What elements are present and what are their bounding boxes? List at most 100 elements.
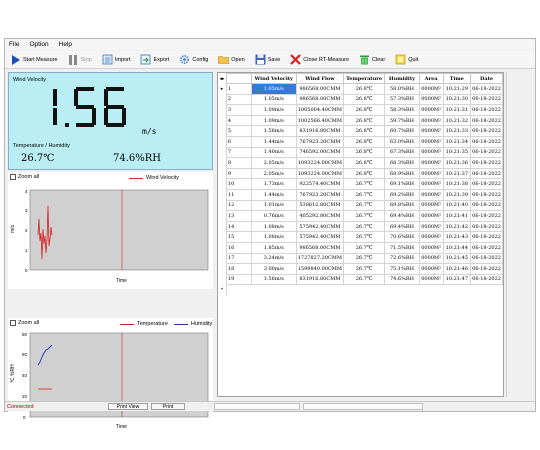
col-header-wind-velocity[interactable]: Wind Velocity — [250, 73, 297, 84]
row-header[interactable] — [218, 242, 227, 253]
table-cell[interactable]: 26.7℃ — [343, 188, 386, 201]
table-cell[interactable]: 26.7℃ — [343, 220, 386, 233]
table-cell[interactable]: 0000M² — [418, 146, 444, 159]
table-cell[interactable]: 3 — [225, 104, 252, 116]
table-cell[interactable]: 11 — [225, 188, 252, 201]
table-row[interactable]: 5 1.56m/s 831916.80CMM 26.8℃ 60.7%RH 0000M² 10… — [218, 125, 503, 137]
table-cell[interactable]: 68.9%RH — [384, 167, 420, 180]
table-cell[interactable]: 10:21:41 — [442, 210, 472, 222]
table-cell[interactable]: 71.5%RH — [384, 241, 420, 254]
menu-help[interactable]: Help — [59, 41, 72, 48]
table-cell[interactable]: 1.05m/s — [250, 83, 297, 95]
row-header[interactable] — [218, 168, 227, 179]
table-cell[interactable]: 26.8℃ — [343, 114, 386, 127]
table-cell[interactable]: 26.7℃ — [343, 210, 386, 222]
col-header-time[interactable]: Time — [442, 73, 472, 84]
table-cell[interactable]: 1.56m/s — [250, 273, 297, 286]
row-header[interactable] — [218, 178, 227, 190]
table-cell[interactable]: 986568.00CMM — [295, 83, 345, 95]
table-cell[interactable]: 10 — [225, 178, 252, 190]
table-cell[interactable]: 06-18-2022 — [470, 231, 503, 243]
table-cell[interactable]: 15 — [225, 231, 252, 243]
import-button[interactable]: Import — [99, 53, 134, 66]
col-header-temperature[interactable]: Temperature — [343, 73, 386, 84]
new-row[interactable]: * — [218, 284, 503, 296]
table-cell[interactable]: 67.3%RH — [384, 146, 420, 159]
table-cell[interactable]: 1.08m/s — [250, 220, 297, 233]
table-cell[interactable]: 9 — [225, 167, 252, 180]
table-cell[interactable] — [471, 285, 503, 296]
table-cell[interactable]: 3.00m/s — [250, 263, 297, 275]
table-cell[interactable]: 1.44m/s — [250, 135, 297, 148]
table-cell[interactable]: 0000M² — [418, 125, 444, 137]
table-cell[interactable]: 2 — [225, 93, 252, 106]
table-cell[interactable]: 0000M² — [418, 167, 444, 180]
row-header[interactable] — [218, 253, 227, 264]
table-cell[interactable]: 10:21:39 — [442, 188, 472, 201]
table-cell[interactable]: 06-18-2022 — [470, 93, 503, 106]
table-cell[interactable]: 26.7℃ — [343, 273, 386, 286]
col-header-area[interactable]: Area — [418, 73, 444, 84]
table-row[interactable]: 7 1.40m/s 746592.00CMM 26.8℃ 67.3%RH 0000M² 10… — [218, 146, 503, 159]
table-cell[interactable]: 06-18-2022 — [470, 220, 503, 233]
print-button[interactable]: Print — [151, 403, 185, 410]
table-cell[interactable]: 06-18-2022 — [470, 210, 503, 222]
table-cell[interactable]: 69.1%RH — [384, 178, 420, 190]
row-header[interactable] — [218, 189, 227, 201]
table-cell[interactable]: 1.85m/s — [250, 241, 297, 254]
table-cell[interactable]: 8 — [225, 157, 252, 169]
table-cell[interactable]: 0000M² — [418, 135, 444, 148]
table-cell[interactable]: 57.3%RH — [384, 93, 420, 106]
table-cell[interactable]: 26.8℃ — [343, 83, 386, 95]
table-cell[interactable]: 10:21:36 — [442, 157, 472, 169]
table-cell[interactable]: 831916.80CMM — [295, 125, 345, 137]
table-row[interactable]: 8 2.05m/s 1093224.00CMM 26.8℃ 68.3%RH 0000M² 1… — [218, 157, 503, 169]
table-cell[interactable]: 0000M² — [418, 220, 444, 233]
table-row[interactable]: 11 1.44m/s 767923.20CMM 26.7℃ 69.2%RH 0000M² 1… — [218, 188, 503, 201]
table-cell[interactable]: 2.05m/s — [250, 167, 297, 180]
zoom-all-checkbox-2[interactable]: Zoom all — [10, 320, 39, 326]
table-cell[interactable]: 0000M² — [418, 157, 444, 169]
table-cell[interactable]: 14 — [225, 220, 252, 233]
table-cell[interactable]: 12 — [225, 199, 252, 212]
table-row[interactable]: 15 1.08m/s 575942.40CMM 26.7℃ 70.6%RH 0000M² 1… — [218, 231, 503, 243]
table-cell[interactable]: 06-18-2022 — [470, 178, 503, 190]
table-cell[interactable]: 26.7℃ — [343, 178, 386, 190]
table-cell[interactable]: 746592.00CMM — [295, 146, 345, 159]
config-button[interactable]: Config — [176, 53, 211, 66]
table-cell[interactable]: 19 — [225, 273, 252, 286]
table-cell[interactable]: 538612.80CMM — [295, 199, 345, 212]
table-cell[interactable]: 69.4%RH — [384, 210, 420, 222]
table-cell[interactable]: 59.7%RH — [384, 114, 420, 127]
table-cell[interactable] — [296, 285, 343, 296]
table-cell[interactable]: 1.44m/s — [250, 188, 297, 201]
table-row[interactable]: 14 1.08m/s 575942.40CMM 26.7℃ 69.4%RH 0000M² 1… — [218, 220, 503, 233]
zoom-all-checkbox-1[interactable]: Zoom all — [10, 174, 39, 180]
table-cell[interactable]: 26.8℃ — [343, 93, 386, 106]
table-cell[interactable]: 10:21:38 — [442, 178, 472, 190]
row-header[interactable] — [218, 104, 227, 116]
table-cell[interactable] — [443, 285, 471, 296]
row-header[interactable] — [218, 157, 227, 169]
row-header[interactable] — [218, 125, 227, 137]
table-row[interactable]: 17 3.24m/s 1727827.20CMM 26.7℃ 72.6%RH 0000M²… — [218, 252, 503, 265]
table-cell[interactable]: 1005004.40CMM — [295, 104, 345, 116]
table-cell[interactable] — [419, 285, 443, 296]
table-cell[interactable]: 0000M² — [418, 93, 444, 106]
table-cell[interactable]: 0000M² — [418, 83, 444, 95]
table-cell[interactable]: 1.08m/s — [250, 231, 297, 243]
table-cell[interactable]: 06-18-2022 — [470, 167, 503, 180]
table-cell[interactable]: 06-18-2022 — [470, 273, 503, 286]
menu-file[interactable]: File — [9, 41, 19, 48]
close-rt-measure-button[interactable]: Close RT-Measure — [287, 53, 352, 66]
stop-button[interactable]: Stop — [65, 53, 95, 66]
table-cell[interactable]: 575942.40CMM — [295, 220, 345, 233]
table-cell[interactable]: 0000M² — [418, 199, 444, 212]
table-cell[interactable]: 0000M² — [418, 188, 444, 201]
table-cell[interactable]: 0000M² — [418, 241, 444, 254]
table-cell[interactable]: 26.7℃ — [343, 241, 386, 254]
table-cell[interactable]: 06-18-2022 — [470, 252, 503, 265]
table-cell[interactable]: 10:21:33 — [442, 125, 472, 137]
table-cell[interactable]: 69.8%RH — [384, 199, 420, 212]
table-cell[interactable]: 10:21:44 — [442, 241, 472, 254]
